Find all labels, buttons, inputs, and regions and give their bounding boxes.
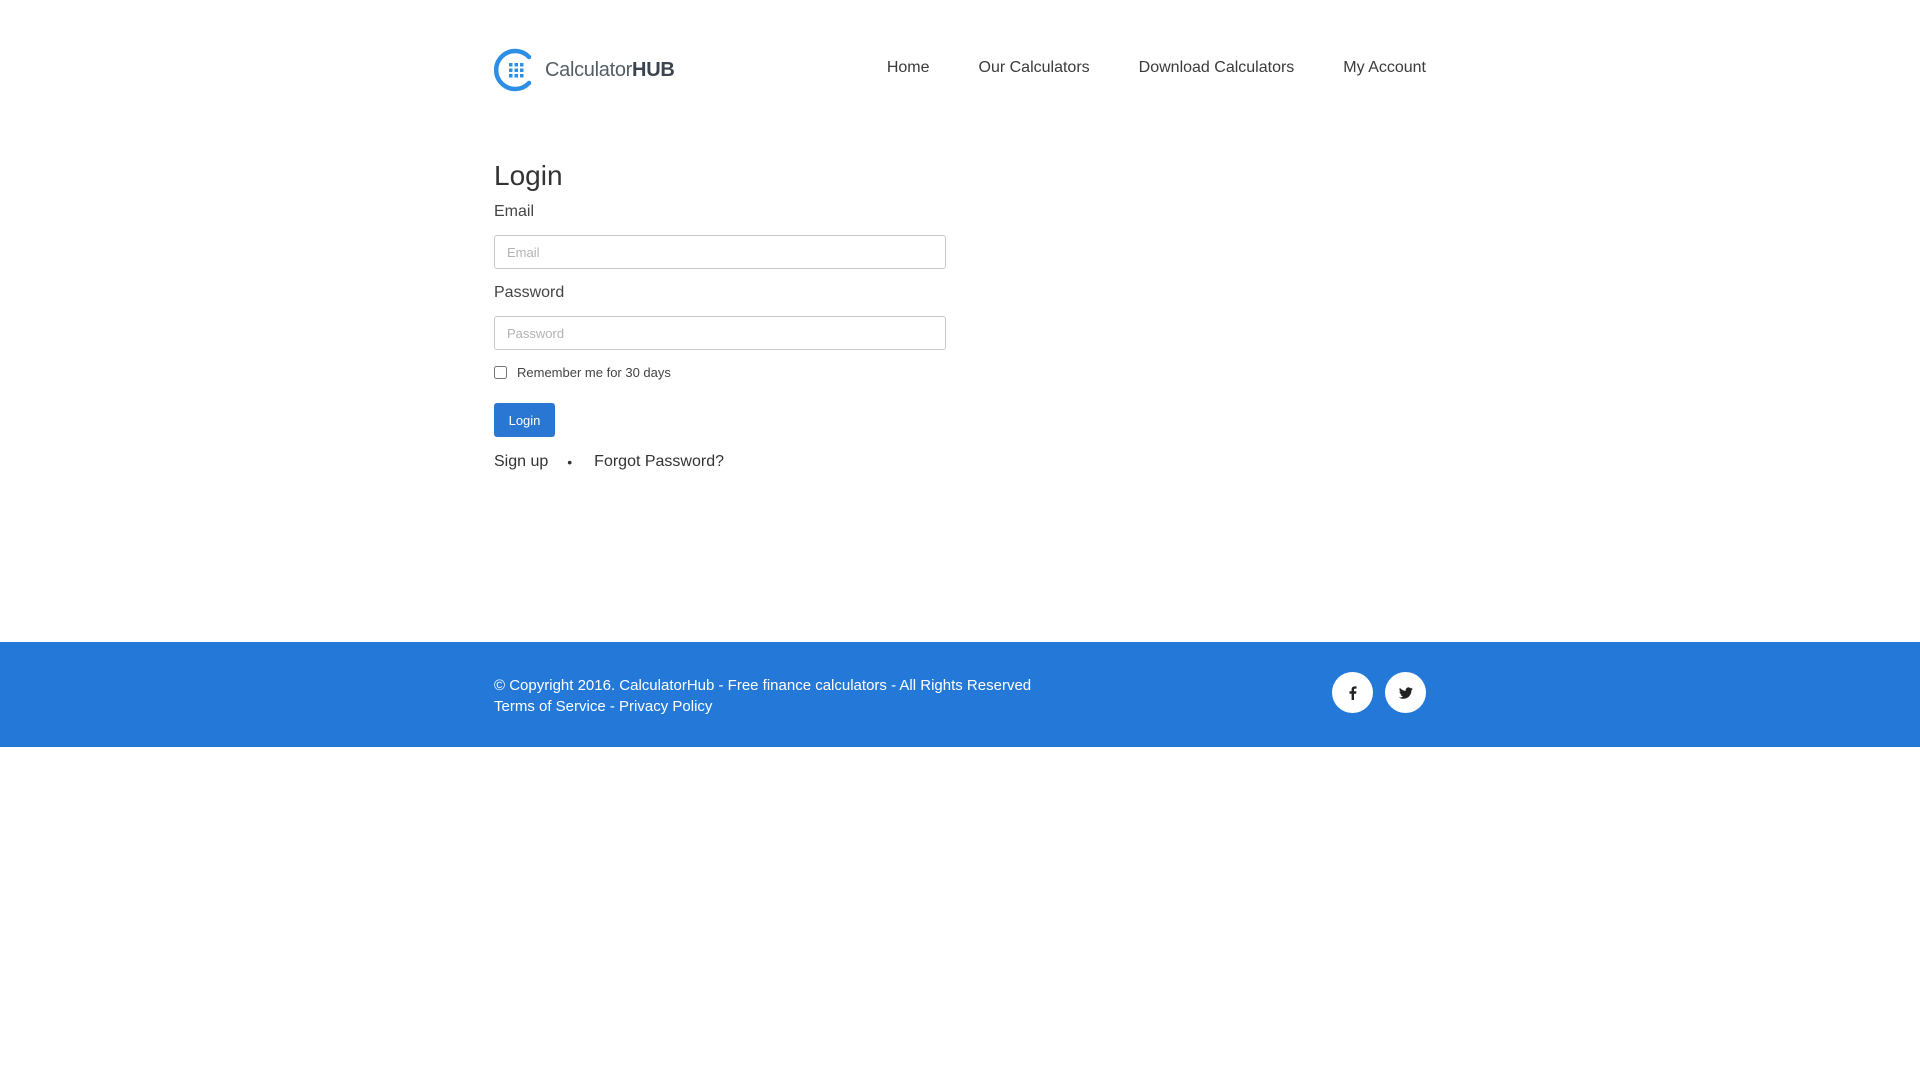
logo-text-bold: HUB: [632, 58, 675, 81]
social-links: [1332, 672, 1426, 713]
nav-download-calculators[interactable]: Download Calculators: [1139, 59, 1295, 77]
remember-me-label: Remember me for 30 days: [517, 365, 671, 380]
facebook-button[interactable]: [1332, 672, 1373, 713]
calculatorhub-logo[interactable]: CalculatorHUB: [494, 48, 675, 92]
remember-me-checkbox[interactable]: [494, 366, 507, 379]
logo-text-light: Calculator: [545, 58, 633, 81]
auth-links: Sign up • Forgot Password?: [494, 453, 946, 471]
main-nav: Home Our Calculators Download Calculator…: [887, 59, 1426, 77]
terms-of-service-link[interactable]: Terms of Service: [494, 698, 606, 715]
site-footer: © Copyright 2016. CalculatorHub - Free f…: [0, 642, 1920, 747]
email-label: Email: [494, 203, 535, 220]
facebook-icon: [1349, 685, 1356, 700]
footer-link-separator: -: [605, 698, 620, 715]
footer-links: Terms of Service - Privacy Policy: [494, 696, 1031, 717]
nav-my-account[interactable]: My Account: [1343, 59, 1426, 77]
logo-text: CalculatorHUB: [545, 58, 675, 82]
nav-our-calculators[interactable]: Our Calculators: [979, 59, 1090, 77]
email-input[interactable]: [494, 235, 946, 269]
site-header: CalculatorHUB Home Our Calculators Downl…: [0, 0, 1920, 140]
password-input[interactable]: [494, 316, 946, 350]
twitter-icon: [1398, 686, 1413, 699]
password-label: Password: [494, 284, 565, 301]
nav-home[interactable]: Home: [887, 59, 930, 77]
page-title: Login: [494, 160, 563, 191]
calculator-logo-icon: [494, 48, 532, 92]
twitter-button[interactable]: [1385, 672, 1426, 713]
privacy-policy-link[interactable]: Privacy Policy: [619, 698, 712, 715]
remember-me-row: Remember me for 30 days: [494, 365, 946, 380]
link-separator: •: [567, 454, 573, 470]
login-button[interactable]: Login: [494, 403, 555, 437]
copyright-text: © Copyright 2016. CalculatorHub - Free f…: [494, 677, 1032, 694]
forgot-password-link[interactable]: Forgot Password?: [594, 453, 724, 471]
signup-link[interactable]: Sign up: [494, 453, 548, 471]
footer-text: © Copyright 2016. CalculatorHub - Free f…: [494, 675, 1031, 717]
login-section: Login Email Password Remember me for 30 …: [494, 160, 946, 471]
